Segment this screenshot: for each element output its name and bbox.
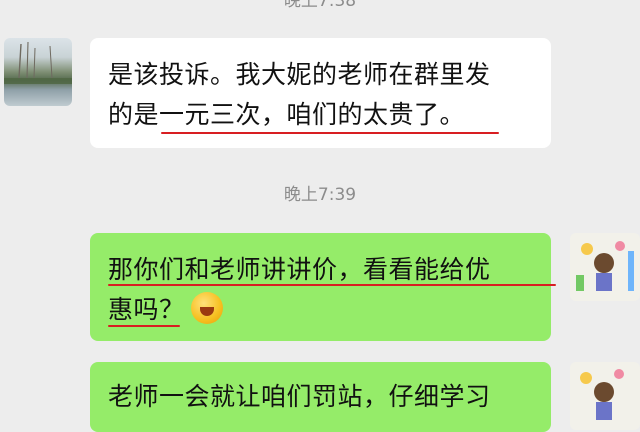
user-avatar[interactable] [570, 362, 640, 430]
timestamp-middle: 晚上7:39 [283, 185, 357, 205]
red-underline-annotation [161, 132, 499, 134]
contact-avatar[interactable] [4, 38, 72, 106]
message-text-line: 惠吗？ [108, 291, 223, 329]
red-underline-annotation [108, 325, 180, 327]
timestamp-top: 晚上7:38 [283, 0, 357, 11]
user-avatar[interactable] [570, 233, 640, 301]
cartoon-avatar-image [580, 369, 624, 420]
message-text-fragment: 惠吗？ [108, 295, 185, 324]
message-bubble-left[interactable]: 是该投诉。我大妮的老师在群里发 的是一元三次，咱们的太贵了。 [90, 38, 551, 148]
message-bubble-right[interactable]: 那你们和老师讲讲价，看看能给优 惠吗？ [90, 233, 556, 341]
laughing-tears-emoji-icon [190, 292, 223, 324]
red-underline-annotation [108, 284, 556, 286]
message-text-line: 是该投诉。我大妮的老师在群里发 [108, 60, 491, 89]
cartoon-avatar-image [576, 241, 634, 291]
message-text-line: 老师一会就让咱们罚站，仔细学习 [108, 382, 491, 411]
message-bubble-right[interactable]: 老师一会就让咱们罚站，仔细学习 [90, 362, 551, 432]
landscape-avatar-image [4, 41, 72, 84]
message-text-line: 的是一元三次，咱们的太贵了。 [108, 100, 466, 129]
